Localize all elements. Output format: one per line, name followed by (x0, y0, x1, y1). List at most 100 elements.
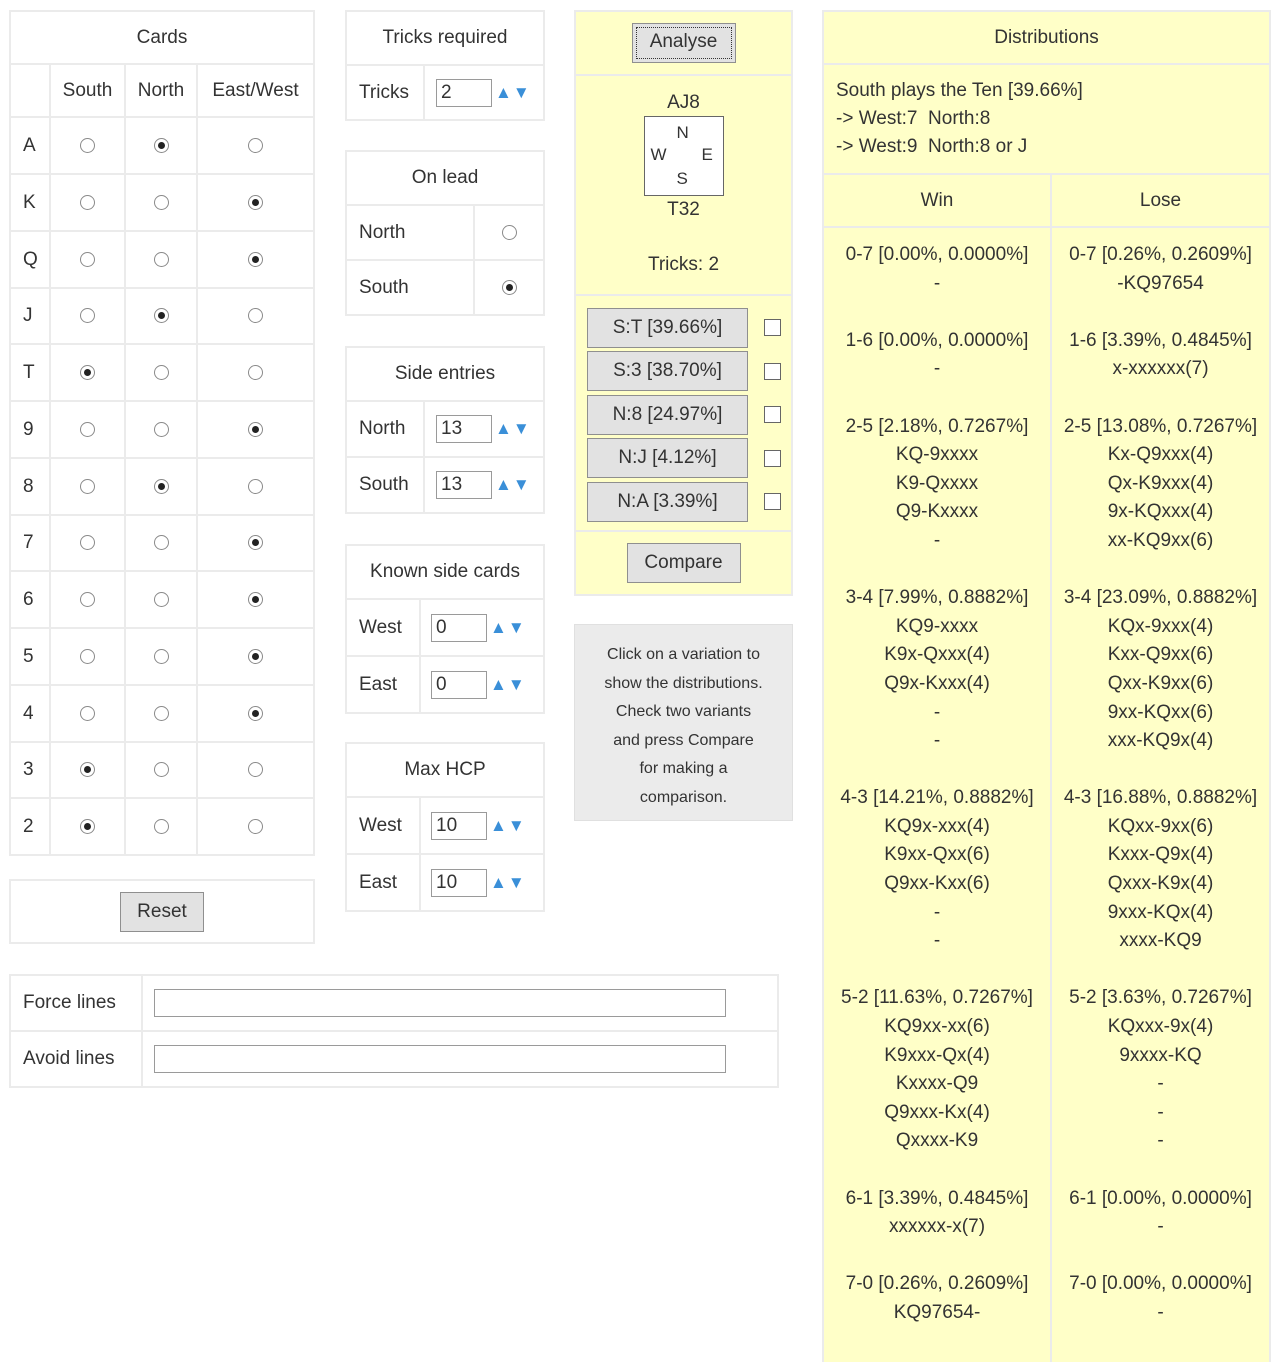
card-radio-south[interactable] (80, 535, 95, 551)
card-radio-east-west[interactable] (248, 535, 263, 551)
card-radio-east-west[interactable] (248, 364, 263, 380)
card-radio-north[interactable] (153, 705, 169, 721)
avoid-lines-input[interactable] (154, 1045, 726, 1073)
card-radio-south[interactable] (80, 137, 95, 153)
lose-distribution-line: 9xx-KQxx(6) (1107, 701, 1214, 723)
card-radio-south[interactable] (80, 648, 95, 664)
win-distribution-line: KQ9xx-xx(6) (884, 1016, 990, 1038)
variation-button[interactable]: N:A [3.39%] (587, 481, 748, 522)
distributions-panel: Distributions South plays the Ten [39.66… (822, 10, 1271, 1362)
on-lead-south-radio[interactable] (501, 279, 517, 295)
variation-checkbox[interactable] (764, 493, 781, 511)
known-side-west-input[interactable]: 0 (431, 613, 487, 642)
card-radio-south[interactable] (80, 818, 95, 834)
tricks-title: Tricks required (345, 10, 545, 66)
variation-checkbox[interactable] (764, 406, 781, 424)
side-entries-north-input[interactable]: 13 (436, 415, 492, 443)
card-row-Q: Q (9, 230, 315, 289)
card-radio-south[interactable] (80, 421, 95, 437)
card-radio-east-west[interactable] (248, 251, 263, 267)
win-distribution-line: K9x-Qxxx(4) (884, 644, 990, 666)
card-radio-east-west[interactable] (248, 591, 263, 607)
win-distribution-line: - (933, 730, 941, 752)
card-radio-south[interactable] (80, 251, 95, 267)
max-hcp-west-input[interactable]: 10 (431, 811, 487, 840)
card-radio-north[interactable] (153, 194, 169, 210)
card-radio-east-west[interactable] (248, 137, 263, 153)
card-radio-east-west[interactable] (248, 648, 263, 664)
card-radio-east-west[interactable] (248, 308, 263, 324)
win-distribution-line: Q9-Kxxxx (895, 501, 979, 523)
card-radio-north[interactable] (153, 251, 169, 267)
card-radio-north[interactable] (153, 364, 169, 380)
lose-group: 0-7 [0.26%, 0.2609%] -KQ97654 (1052, 241, 1269, 298)
card-radio-south[interactable] (80, 591, 95, 607)
card-radio-north[interactable] (153, 591, 169, 607)
card-radio-south[interactable] (80, 308, 95, 324)
variation-button[interactable]: S:T [39.66%] (587, 307, 748, 348)
max-hcp-title: Max HCP (345, 742, 545, 798)
card-row-9: 9 (9, 400, 315, 459)
side-entries-south-input[interactable]: 13 (436, 471, 492, 499)
card-radio-north[interactable] (153, 308, 169, 324)
card-radio-north[interactable] (153, 648, 169, 664)
lose-distribution-line: Kxx-Q9xx(6) (1107, 644, 1214, 666)
side-entries-north-spinner[interactable]: ▲▼ (495, 419, 531, 439)
lose-distribution-line: Qxxx-K9x(4) (1107, 873, 1214, 895)
compare-button[interactable]: Compare (626, 542, 741, 583)
tricks-input[interactable]: 2 (436, 78, 492, 107)
card-radio-north[interactable] (153, 478, 169, 494)
card-radio-north[interactable] (153, 818, 169, 834)
card-radio-south[interactable] (80, 194, 95, 210)
win-distribution-line: Q9xxx-Kx(4) (884, 1101, 990, 1123)
card-radio-north[interactable] (153, 535, 169, 551)
known-side-west-spinner[interactable]: ▲▼ (490, 618, 526, 638)
variation-checkbox[interactable] (764, 319, 781, 337)
known-side-east-input[interactable]: 0 (431, 670, 487, 699)
card-radio-south[interactable] (80, 364, 95, 380)
side-entries-north-label: North (345, 400, 425, 458)
card-radio-north[interactable] (153, 762, 169, 778)
force-lines-input[interactable] (154, 989, 726, 1017)
card-radio-east-west[interactable] (248, 194, 263, 210)
lose-distribution-line: Qxx-K9xx(6) (1107, 672, 1214, 694)
card-radio-east-west[interactable] (248, 421, 263, 437)
max-hcp-east-spinner[interactable]: ▲▼ (490, 873, 526, 893)
variation-checkbox[interactable] (764, 449, 781, 467)
compass-e: E (701, 145, 713, 164)
card-radio-north[interactable] (153, 137, 169, 153)
card-row-6: 6 (9, 570, 315, 629)
card-row-7: 7 (9, 514, 315, 572)
max-hcp-west-spinner[interactable]: ▲▼ (490, 816, 526, 836)
card-radio-south[interactable] (80, 705, 95, 721)
variation-button[interactable]: S:3 [38.70%] (587, 351, 748, 392)
lose-distribution-line: - (1157, 1101, 1164, 1123)
analyse-button[interactable]: Analyse (631, 23, 736, 63)
hand-diagram: AJ8 N W E S T32 Tricks: 2 (574, 74, 793, 296)
tricks-spinner[interactable]: ▲▼ (495, 83, 531, 103)
north-hand: AJ8 (667, 92, 700, 113)
card-radio-east-west[interactable] (248, 478, 263, 494)
lose-group-header: 3-4 [23.09%, 0.8882%] (1063, 587, 1258, 609)
side-entries-south-spinner[interactable]: ▲▼ (495, 475, 531, 495)
card-rank: K (9, 173, 51, 232)
max-hcp-east-input[interactable]: 10 (431, 868, 487, 897)
card-radio-east-west[interactable] (248, 818, 263, 834)
card-radio-east-west[interactable] (248, 705, 263, 721)
on-lead-title: On lead (345, 150, 545, 206)
card-radio-north[interactable] (153, 421, 169, 437)
variation-button[interactable]: N:J [4.12%] (587, 438, 748, 479)
card-row-K: K (9, 173, 315, 232)
win-distribution-line: K9xx-Qxx(6) (884, 844, 990, 866)
known-side-east-spinner[interactable]: ▲▼ (490, 675, 526, 695)
help-line: show the distributions. (604, 674, 763, 692)
on-lead-north-radio[interactable] (501, 224, 517, 240)
card-radio-east-west[interactable] (248, 762, 263, 778)
reset-button[interactable]: Reset (120, 891, 204, 932)
variation-button[interactable]: N:8 [24.97%] (587, 394, 748, 435)
lose-group: 7-0 [0.00%, 0.0000%] - (1052, 1270, 1269, 1327)
win-group: 1-6 [0.00%, 0.0000%] - (824, 327, 1050, 384)
card-radio-south[interactable] (80, 478, 95, 494)
variation-checkbox[interactable] (764, 362, 781, 380)
card-radio-south[interactable] (80, 762, 95, 778)
